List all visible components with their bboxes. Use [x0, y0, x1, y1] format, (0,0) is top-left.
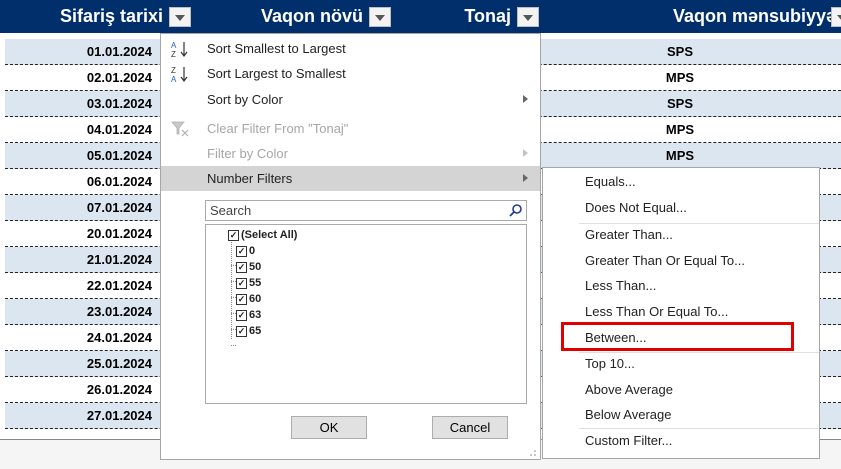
order-date-cell[interactable]: 26.01.2024: [5, 377, 158, 403]
wagon-ownership-cell[interactable]: MPS: [545, 117, 815, 143]
filter-dropdown-button[interactable]: [517, 7, 539, 27]
sort-ascending-icon: A Z: [171, 41, 188, 59]
checkbox-icon[interactable]: ✓: [236, 310, 247, 321]
menu-item-label: Sort Largest to Smallest: [207, 66, 346, 81]
dropdown-arrow-icon: [837, 15, 841, 21]
menu-item-label: Filter by Color: [207, 146, 288, 161]
submenu-item-top-10[interactable]: Top 10...: [585, 355, 635, 373]
submenu-item-equals[interactable]: Equals...: [585, 173, 636, 191]
order-date-cell[interactable]: 07.01.2024: [5, 195, 158, 221]
dropdown-arrow-icon: [175, 15, 185, 21]
checkbox-icon[interactable]: ✓: [236, 246, 247, 257]
spreadsheet: Sifariş tarixi Vaqon növü Tonaj Vaqon mə…: [0, 0, 841, 469]
filter-by-color-item: Filter by Color: [161, 141, 540, 166]
order-date-cell[interactable]: 20.01.2024: [5, 221, 158, 247]
filter-value-label: 55: [249, 277, 262, 289]
column-header-wagon-ownership: Vaqon mənsubiyyəti: [545, 0, 841, 33]
menu-separator: [579, 352, 819, 353]
column-header-label: Tonaj: [464, 6, 511, 26]
order-date-cell[interactable]: 24.01.2024: [5, 325, 158, 351]
number-filters-item[interactable]: Number Filters: [161, 166, 540, 191]
number-filters-submenu: Equals... Does Not Equal... Greater Than…: [542, 167, 820, 459]
submenu-item-less-than[interactable]: Less Than...: [585, 277, 656, 295]
checkbox-icon[interactable]: ✓: [228, 230, 239, 241]
filter-value-label: (Select All): [241, 229, 298, 241]
column-header-label: Vaqon növü: [260, 6, 363, 26]
submenu-item-greater-than[interactable]: Greater Than...: [585, 226, 673, 244]
order-date-cell[interactable]: 06.01.2024: [5, 169, 158, 195]
menu-item-label: Sort Smallest to Largest: [207, 41, 346, 56]
filter-value-label: 65: [249, 325, 262, 337]
checkbox-icon[interactable]: ✓: [236, 294, 247, 305]
submenu-item-below-average[interactable]: Below Average: [585, 406, 672, 424]
search-input[interactable]: [206, 201, 494, 220]
checkbox-icon[interactable]: ✓: [236, 278, 247, 289]
submenu-item-above-average[interactable]: Above Average: [585, 381, 673, 399]
checkbox-icon[interactable]: ✓: [236, 262, 247, 273]
menu-separator: [579, 428, 819, 429]
tree-connector: [231, 235, 232, 339]
filter-value-label: 0: [249, 245, 256, 257]
order-date-cell[interactable]: 04.01.2024: [5, 117, 158, 143]
wagon-ownership-cell[interactable]: SPS: [545, 91, 815, 117]
resize-grip-icon[interactable]: [530, 450, 536, 456]
filter-dropdown-button[interactable]: [369, 7, 391, 27]
sort-by-color-item[interactable]: Sort by Color: [161, 87, 540, 112]
column-header-order-date: Sifariş tarixi: [0, 0, 197, 33]
order-date-cell[interactable]: 22.01.2024: [5, 273, 158, 299]
clear-filter-icon: [171, 121, 189, 137]
submenu-item-less-than-or-equal[interactable]: Less Than Or Equal To...: [585, 303, 728, 321]
filter-dropdown-menu: A Z Sort Smallest to Largest Z A Sort La…: [160, 33, 541, 460]
column-header-tonnage: Tonaj: [397, 0, 545, 33]
filter-value-label: 60: [249, 293, 262, 305]
sort-descending-icon: Z A: [171, 66, 188, 84]
column-header-label: Sifariş tarixi: [59, 6, 163, 26]
sort-descending-item[interactable]: Z A Sort Largest to Smallest: [161, 61, 540, 86]
order-date-cell[interactable]: 25.01.2024: [5, 351, 158, 377]
filter-value-label: 63: [249, 309, 262, 321]
filter-dropdown-button[interactable]: [169, 7, 191, 27]
filter-dropdown-button[interactable]: [831, 7, 841, 27]
between-highlight-box: [561, 322, 794, 351]
dropdown-arrow-icon: [375, 15, 385, 21]
wagon-ownership-cell[interactable]: SPS: [545, 39, 815, 65]
submenu-item-custom-filter[interactable]: Custom Filter...: [585, 432, 672, 450]
submenu-arrow-icon: [523, 149, 528, 157]
checkbox-icon[interactable]: ✓: [236, 326, 247, 337]
search-icon: [509, 204, 522, 217]
clear-filter-item: Clear Filter From "Tonaj": [161, 116, 540, 141]
submenu-arrow-icon: [523, 174, 528, 182]
svg-text:A: A: [171, 75, 177, 84]
submenu-item-does-not-equal[interactable]: Does Not Equal...: [585, 199, 687, 217]
order-date-cell[interactable]: 05.01.2024: [5, 143, 158, 169]
svg-text:Z: Z: [171, 66, 176, 75]
menu-item-label: Number Filters: [207, 171, 293, 186]
menu-item-label: Clear Filter From "Tonaj": [207, 121, 349, 136]
menu-separator: [579, 223, 819, 224]
filter-value-list: ✓ (Select All) ✓ 0 ✓ 50 ✓ 55 ✓ 60 ✓ 63 ✓…: [205, 224, 527, 404]
menu-item-label: Sort by Color: [207, 92, 283, 107]
filter-value-label: 50: [249, 261, 262, 273]
wagon-ownership-cell[interactable]: MPS: [545, 65, 815, 91]
order-date-cell[interactable]: 27.01.2024: [5, 403, 158, 429]
ok-button[interactable]: OK: [291, 416, 367, 439]
order-date-cell[interactable]: 21.01.2024: [5, 247, 158, 273]
submenu-item-greater-than-or-equal[interactable]: Greater Than Or Equal To...: [585, 252, 745, 270]
svg-text:Z: Z: [171, 50, 176, 59]
column-header-label: Vaqon mənsubiyyəti: [672, 6, 841, 26]
dropdown-arrow-icon: [523, 15, 533, 21]
cancel-button[interactable]: Cancel: [432, 416, 508, 439]
sort-ascending-item[interactable]: A Z Sort Smallest to Largest: [161, 36, 540, 61]
order-date-cell[interactable]: 23.01.2024: [5, 299, 158, 325]
order-date-cell[interactable]: 03.01.2024: [5, 91, 158, 117]
wagon-ownership-cell[interactable]: MPS: [545, 143, 815, 169]
column-header-wagon-type: Vaqon növü: [197, 0, 397, 33]
order-date-cell[interactable]: 02.01.2024: [5, 65, 158, 91]
svg-text:A: A: [171, 41, 177, 50]
search-field[interactable]: [205, 200, 527, 221]
order-date-cell[interactable]: 01.01.2024: [5, 39, 158, 65]
submenu-arrow-icon: [523, 95, 528, 103]
tree-connector: [231, 345, 236, 346]
